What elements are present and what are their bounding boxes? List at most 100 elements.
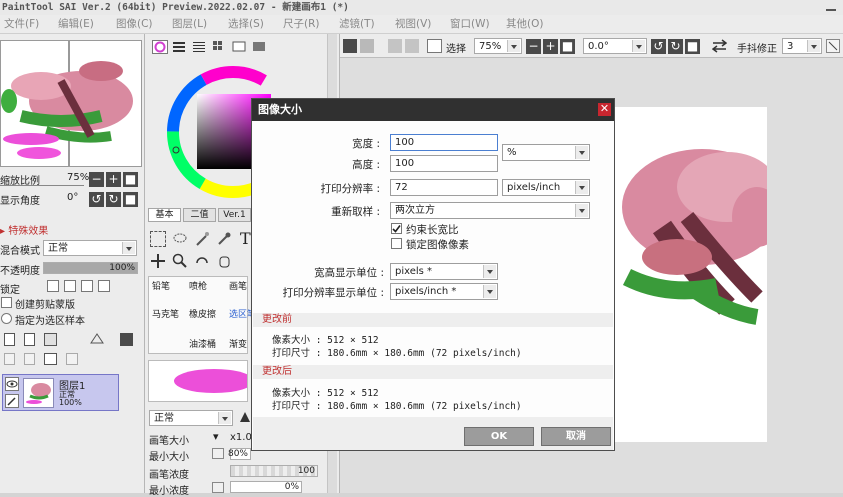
clipping-checkbox[interactable] — [1, 297, 12, 308]
min-size-slider[interactable]: 80% — [228, 448, 251, 460]
menu-file[interactable]: 文件(F) — [4, 15, 39, 34]
lock-transparency-icon[interactable] — [47, 280, 59, 292]
zoom-in-button[interactable]: + — [106, 172, 121, 187]
width-input[interactable]: 100 — [390, 134, 498, 151]
new-layer-icon[interactable] — [4, 333, 15, 346]
blend-mode-select[interactable]: 正常 — [43, 240, 137, 256]
menu-ruler[interactable]: 尺子(R) — [283, 15, 320, 34]
pressure-size-icon[interactable] — [212, 448, 224, 459]
menu-select[interactable]: 选择(S) — [228, 15, 264, 34]
stabilizer-options-icon[interactable] — [826, 39, 840, 53]
selection-source-radio[interactable] — [1, 313, 12, 324]
ok-button[interactable]: OK — [464, 427, 534, 446]
tool-pencil[interactable]: 铅笔 — [152, 279, 170, 292]
rotate-reset-button[interactable]: ■ — [123, 192, 138, 207]
menu-edit[interactable]: 编辑(E) — [58, 15, 94, 34]
resample-select[interactable]: 两次立方 — [390, 202, 590, 219]
clear-layer-icon[interactable] — [44, 353, 57, 365]
stabilizer-select[interactable]: 3 — [782, 38, 822, 54]
resolution-input[interactable]: 72 — [390, 179, 498, 196]
hand-tool-icon[interactable] — [216, 253, 232, 269]
show-selection-icon[interactable] — [427, 39, 442, 53]
layer-item[interactable]: 图层1 正常 100% — [2, 374, 119, 411]
toolbar-zoom-out-button[interactable]: − — [526, 39, 541, 54]
lock-all-icon[interactable] — [98, 280, 110, 292]
flip-horizontal-icon[interactable] — [711, 39, 728, 53]
tool-airbrush[interactable]: 喷枪 — [189, 279, 207, 292]
lasso-icon[interactable] — [172, 231, 188, 247]
menu-view[interactable]: 视图(V) — [395, 15, 431, 34]
cancel-button[interactable]: 取消 — [541, 427, 611, 446]
text-tool-icon[interactable]: T — [240, 229, 251, 248]
effects-header[interactable]: ▸ 特殊效果 — [0, 222, 48, 237]
tool-brush[interactable]: 画笔 — [229, 279, 247, 292]
lock-paint-icon[interactable] — [64, 280, 76, 292]
delete-layer-icon[interactable] — [66, 353, 78, 365]
lock-move-icon[interactable] — [81, 280, 93, 292]
toolbar-rotate-left-button[interactable]: ↺ — [651, 39, 666, 54]
toolbar-zoom-in-button[interactable]: + — [543, 39, 558, 54]
menu-window[interactable]: 窗口(W) — [450, 15, 490, 34]
brush-size-dropdown-icon[interactable]: ▾ — [213, 430, 219, 443]
new-linework-layer-icon[interactable] — [24, 333, 35, 346]
tool-bucket[interactable]: 油漆桶 — [189, 337, 216, 350]
display-res-unit-select[interactable]: pixels/inch * — [390, 283, 498, 300]
min-density-slider[interactable]: 0% — [230, 481, 302, 493]
menu-layer[interactable]: 图层(L) — [172, 15, 207, 34]
height-input[interactable]: 100 — [390, 155, 498, 172]
canvas-paper[interactable] — [607, 107, 782, 442]
redo-icon[interactable] — [360, 39, 374, 53]
merge-down-icon[interactable] — [24, 353, 35, 365]
tab-basic[interactable]: 基本 — [148, 208, 181, 222]
color-wheel-icon[interactable] — [152, 40, 168, 54]
tool-marker[interactable]: 马克笔 — [152, 307, 179, 320]
rgb-slider-icon[interactable] — [172, 40, 188, 54]
rect-select-icon[interactable] — [150, 231, 166, 247]
layer-mask-icon[interactable] — [120, 333, 133, 346]
zoom-reset-button[interactable]: ■ — [123, 172, 138, 187]
swatches-icon[interactable] — [212, 40, 228, 54]
constrain-checkbox[interactable] — [391, 223, 402, 234]
zoom-select[interactable]: 75% — [474, 38, 522, 54]
menu-image[interactable]: 图像(C) — [116, 15, 153, 34]
undo-icon[interactable] — [343, 39, 357, 53]
color-picker-icon[interactable] — [216, 231, 232, 247]
toolbar-zoom-reset-button[interactable]: ■ — [560, 39, 575, 54]
zoom-slider[interactable] — [0, 185, 84, 186]
resolution-unit-select[interactable]: pixels/inch — [502, 179, 590, 196]
density-slider[interactable]: 100 — [230, 465, 318, 477]
toolbar-rotate-reset-button[interactable]: ■ — [685, 39, 700, 54]
brush-blend-select[interactable]: 正常 — [149, 410, 233, 426]
brush-shape-icon[interactable] — [239, 410, 251, 424]
close-icon[interactable]: ✕ — [598, 103, 611, 116]
rotate-tool-icon[interactable] — [194, 253, 210, 269]
color-history-icon[interactable] — [252, 40, 268, 54]
menu-filter[interactable]: 滤镜(T) — [339, 15, 375, 34]
navigator-preview[interactable] — [0, 40, 142, 167]
move-icon[interactable] — [150, 253, 166, 269]
scratchpad-icon[interactable] — [232, 40, 248, 54]
zoom-out-button[interactable]: − — [89, 172, 104, 187]
pressure-density-icon[interactable] — [212, 482, 224, 493]
tab-binary[interactable]: 二值 — [183, 208, 216, 222]
magic-wand-icon[interactable] — [194, 231, 210, 247]
menu-other[interactable]: 其他(O) — [506, 15, 543, 34]
new-folder-icon[interactable] — [44, 333, 57, 346]
opacity-slider[interactable]: 100% — [43, 262, 138, 274]
deselect-icon[interactable] — [388, 39, 402, 53]
tool-gradient[interactable]: 渐变 — [229, 337, 247, 350]
hsv-slider-icon[interactable] — [192, 40, 208, 54]
tab-ver1[interactable]: Ver.1 — [218, 208, 251, 222]
zoom-tool-icon[interactable] — [172, 253, 188, 269]
angle-select[interactable]: 0.0° — [583, 38, 647, 54]
display-unit-select[interactable]: pixels * — [390, 263, 498, 280]
tool-eraser[interactable]: 橡皮擦 — [189, 307, 216, 320]
size-unit-select[interactable]: % — [502, 144, 590, 161]
minimize-icon[interactable] — [825, 2, 837, 12]
lock-pixels-checkbox[interactable] — [391, 238, 402, 249]
transfer-down-icon[interactable] — [4, 353, 15, 365]
pencil-icon[interactable] — [5, 394, 19, 408]
toolbar-rotate-right-button[interactable]: ↻ — [668, 39, 683, 54]
layer-options-icon[interactable] — [89, 331, 105, 347]
rotate-right-button[interactable]: ↻ — [106, 192, 121, 207]
